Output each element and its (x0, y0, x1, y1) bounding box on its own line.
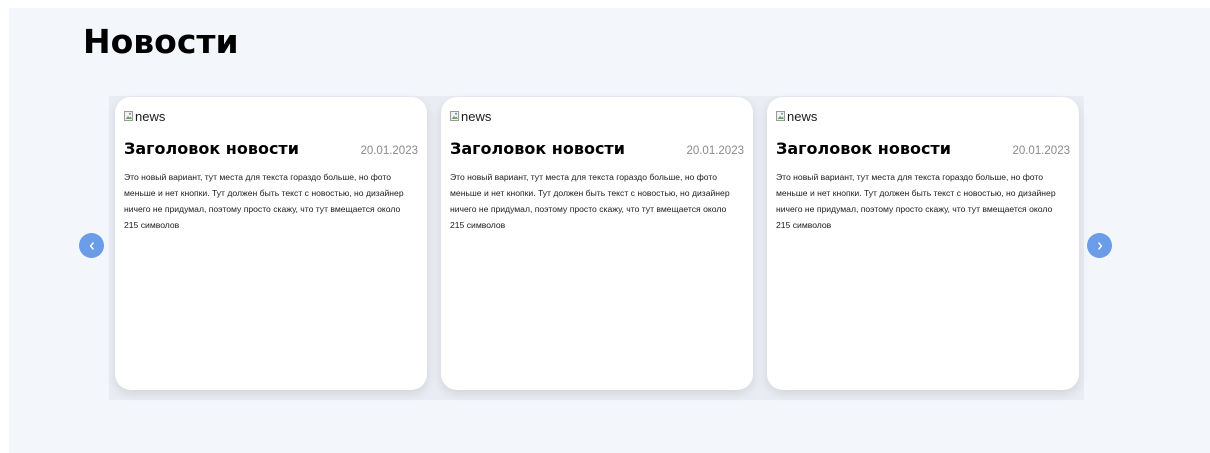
broken-image-icon (450, 110, 460, 122)
news-section: Новости news Заголовок новости 20.01.202… (9, 8, 1210, 453)
news-title: Заголовок новости (450, 139, 625, 158)
chevron-right-icon (1095, 241, 1105, 251)
broken-image-icon (124, 110, 134, 122)
news-image: news (450, 107, 744, 125)
news-image: news (776, 107, 1070, 125)
news-image-alt: news (787, 108, 818, 124)
news-date: 20.01.2023 (1012, 145, 1070, 157)
news-card[interactable]: news Заголовок новости 20.01.2023 Это но… (115, 97, 427, 390)
prev-slide-button[interactable] (79, 233, 104, 258)
news-text: Это новый вариант, тут места для текста … (124, 172, 404, 230)
news-image-alt: news (135, 108, 166, 124)
broken-image-icon (776, 110, 786, 122)
next-slide-button[interactable] (1087, 233, 1112, 258)
news-image: news (124, 107, 418, 125)
chevron-left-icon (87, 241, 97, 251)
news-date: 20.01.2023 (686, 145, 744, 157)
news-title: Заголовок новости (124, 139, 299, 158)
news-date: 20.01.2023 (360, 145, 418, 157)
section-title: Новости (83, 22, 239, 61)
news-title: Заголовок новости (776, 139, 951, 158)
news-card[interactable]: news Заголовок новости 20.01.2023 Это но… (441, 97, 753, 390)
news-image-alt: news (461, 108, 492, 124)
news-card[interactable]: news Заголовок новости 20.01.2023 Это но… (767, 97, 1079, 390)
news-text: Это новый вариант, тут места для текста … (776, 172, 1056, 230)
news-text: Это новый вариант, тут места для текста … (450, 172, 730, 230)
